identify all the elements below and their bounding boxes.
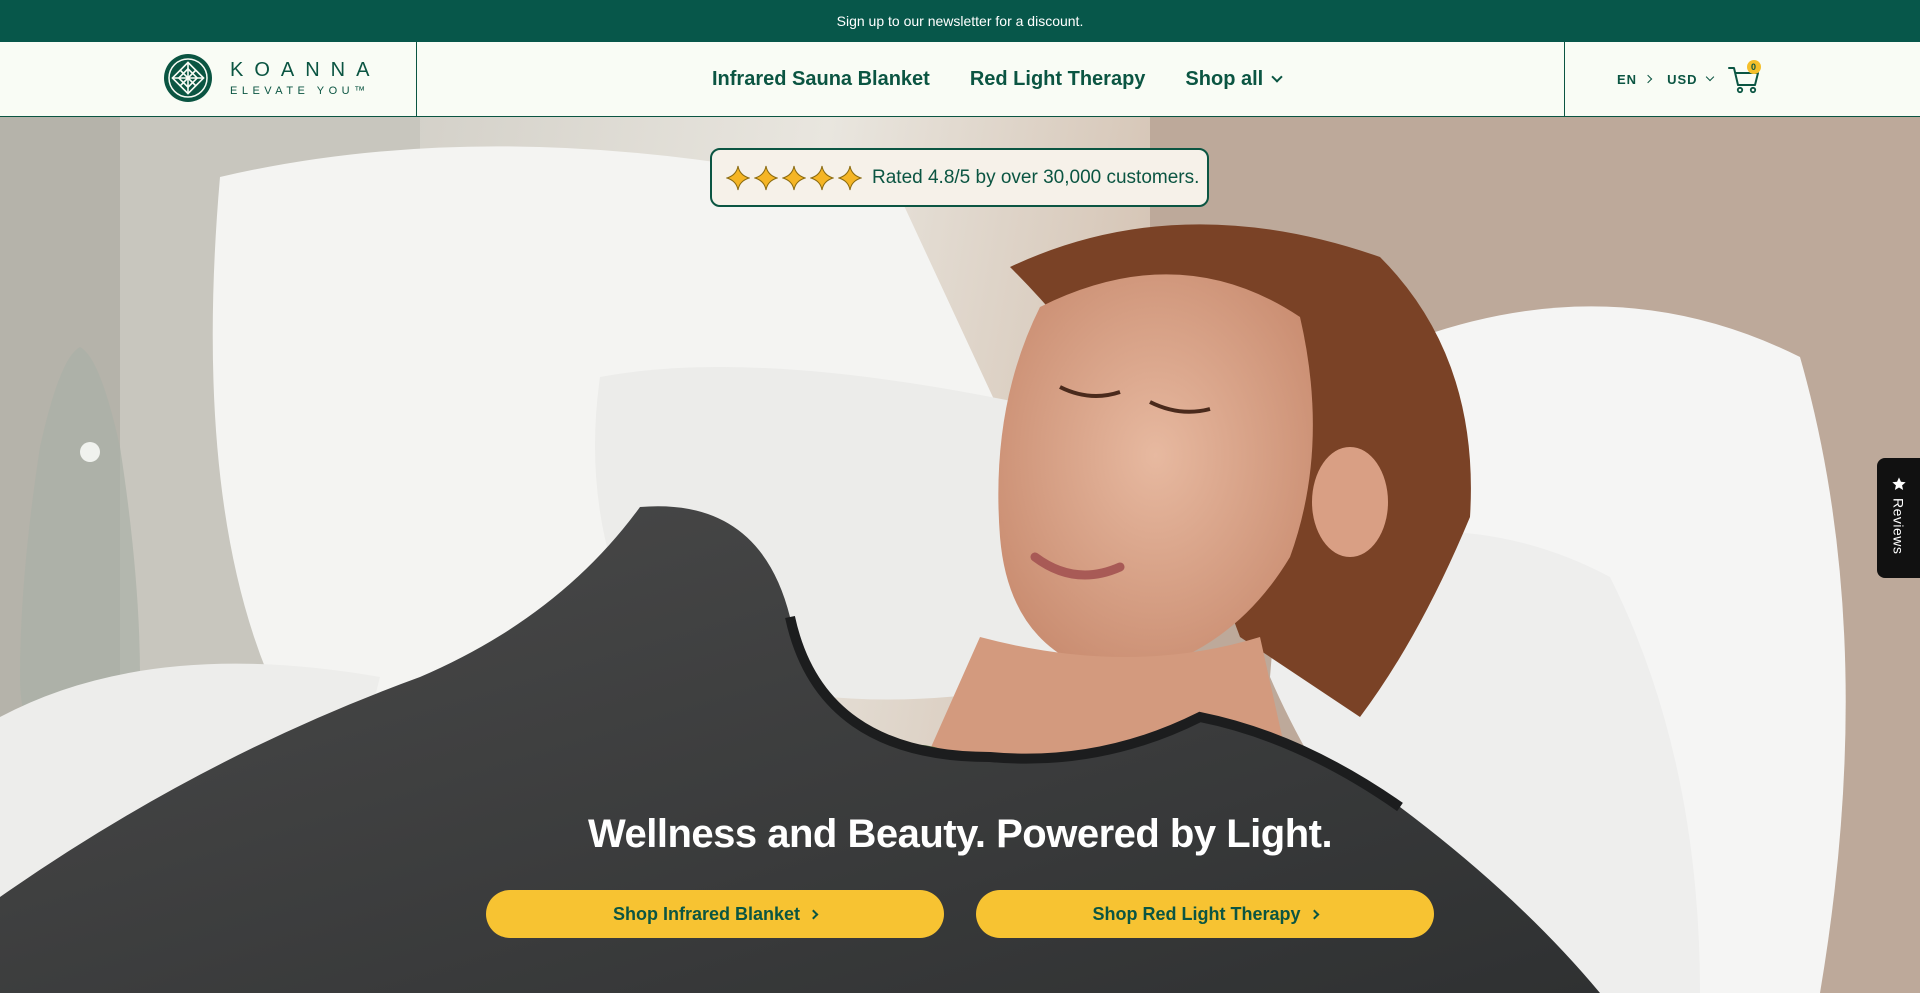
nav-item-infrared-sauna-blanket[interactable]: Infrared Sauna Blanket (712, 68, 930, 91)
chevron-right-icon (808, 909, 819, 919)
shop-infrared-blanket-button[interactable]: Shop Infrared Blanket (486, 890, 944, 938)
announcement-bar: Sign up to our newsletter for a discount… (0, 0, 1920, 42)
cart-button[interactable]: 0 (1727, 60, 1761, 96)
hero-image (0, 117, 1920, 993)
star-icon (838, 165, 862, 190)
shop-red-light-therapy-button[interactable]: Shop Red Light Therapy (976, 890, 1434, 938)
header-utilities: EN USD 0 (1564, 42, 1920, 116)
chevron-right-icon (1643, 74, 1653, 84)
logo-name: KOANNA (230, 58, 381, 81)
reviews-tab-label: Reviews (1890, 498, 1907, 555)
koanna-logo-icon (164, 54, 212, 102)
site-header: KOANNA ELEVATE YOU™ Infrared Sauna Blank… (0, 42, 1920, 117)
hero-section: Rated 4.8/5 by over 30,000 customers. We… (0, 117, 1920, 993)
star-icon (810, 165, 834, 190)
rating-badge: Rated 4.8/5 by over 30,000 customers. (710, 148, 1209, 207)
star-icon (782, 165, 806, 190)
logo-link[interactable]: KOANNA ELEVATE YOU™ (163, 53, 380, 103)
language-selector[interactable]: EN (1617, 72, 1653, 87)
main-nav: Infrared Sauna Blanket Red Light Therapy… (712, 42, 1283, 116)
chevron-down-icon (1705, 72, 1714, 82)
cart-count-badge: 0 (1746, 60, 1761, 74)
chevron-right-icon (1309, 909, 1319, 919)
star-icon (1891, 477, 1906, 490)
rating-stars (726, 165, 866, 191)
hero-headline: Wellness and Beauty. Powered by Light. (587, 812, 1333, 856)
star-icon (726, 165, 750, 190)
currency-selector[interactable]: USD (1667, 72, 1714, 87)
reviews-tab[interactable]: Reviews (1877, 458, 1920, 578)
rating-text: Rated 4.8/5 by over 30,000 customers. (872, 166, 1200, 188)
logo-tagline: ELEVATE YOU™ (230, 84, 370, 97)
star-icon (754, 165, 778, 190)
nav-item-red-light-therapy[interactable]: Red Light Therapy (970, 68, 1146, 91)
announcement-text[interactable]: Sign up to our newsletter for a discount… (837, 13, 1084, 29)
logo-container: KOANNA ELEVATE YOU™ (0, 42, 417, 116)
nav-item-shop-all[interactable]: Shop all (1185, 68, 1283, 91)
chevron-down-icon (1271, 70, 1283, 83)
